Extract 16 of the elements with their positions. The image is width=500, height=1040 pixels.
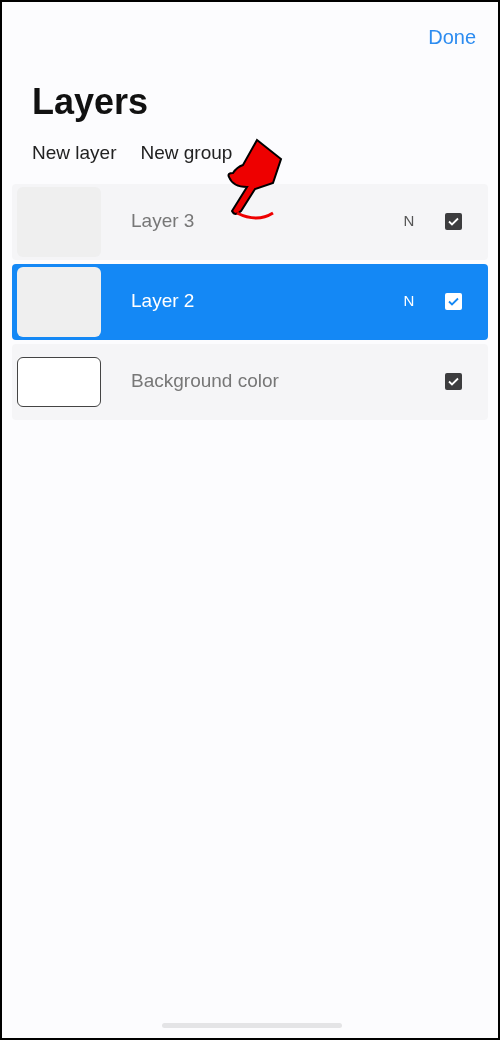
page-title: Layers: [31, 80, 150, 124]
layer-row[interactable]: Background color: [12, 343, 488, 420]
layer-row[interactable]: Layer 2 N: [12, 263, 488, 340]
blend-mode-button[interactable]: N: [399, 210, 419, 233]
check-icon: [448, 377, 459, 387]
check-icon: [448, 297, 459, 307]
layer-name: Background color: [131, 369, 280, 394]
layer-row[interactable]: Layer 3 N: [12, 183, 488, 260]
visibility-checkbox[interactable]: [445, 213, 462, 231]
layer-name: Layer 3: [131, 209, 196, 234]
layer-name: Layer 2: [131, 289, 196, 314]
visibility-checkbox[interactable]: [445, 293, 462, 311]
visibility-checkbox[interactable]: [445, 373, 462, 391]
action-button[interactable]: New layer: [32, 139, 117, 168]
blend-mode-button[interactable]: N: [399, 290, 419, 313]
check-icon: [448, 217, 459, 227]
